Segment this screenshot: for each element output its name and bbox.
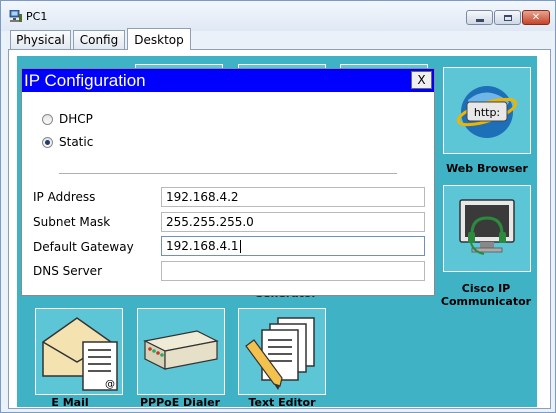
maximize-button[interactable] xyxy=(494,10,521,25)
subnet-mask-label: Subnet Mask xyxy=(33,215,111,229)
web-browser-icon: http: xyxy=(456,85,518,138)
close-window-button[interactable]: ✕ xyxy=(522,10,550,25)
tab-physical[interactable]: Physical xyxy=(10,30,71,49)
dialog-header[interactable]: IP Configuration X xyxy=(22,69,434,92)
default-gateway-value: 192.168.4.1 xyxy=(166,239,239,253)
web-browser-icon-text: http: xyxy=(474,106,500,119)
cisco-ip-communicator-tile[interactable] xyxy=(443,185,531,272)
email-label[interactable]: E Mail xyxy=(35,396,105,409)
maximize-icon xyxy=(503,14,512,21)
static-label: Static xyxy=(59,135,94,149)
web-browser-tile[interactable]: http: xyxy=(443,67,531,154)
dhcp-radio[interactable] xyxy=(42,113,53,125)
pppoe-dialer-label[interactable]: PPPoE Dialer xyxy=(137,396,223,409)
static-option[interactable]: Static xyxy=(42,135,93,149)
ip-address-field[interactable]: 192.168.4.2 xyxy=(161,187,425,207)
dhcp-label: DHCP xyxy=(59,112,93,126)
default-gateway-field[interactable]: 192.168.4.1 xyxy=(161,236,425,256)
text-editor-label[interactable]: Text Editor xyxy=(238,396,326,409)
email-tile[interactable]: @ xyxy=(35,308,123,395)
text-caret xyxy=(239,240,241,253)
tab-desktop[interactable]: Desktop xyxy=(127,28,191,50)
dns-server-field[interactable] xyxy=(161,261,425,281)
separator xyxy=(59,173,397,174)
window-title: PC1 xyxy=(26,10,48,23)
subnet-mask-field[interactable]: 255.255.255.0 xyxy=(161,212,425,232)
ip-address-label: IP Address xyxy=(33,190,96,204)
tab-config[interactable]: Config xyxy=(73,30,125,49)
cisco-ip-communicator-icon xyxy=(459,198,515,255)
minimize-icon xyxy=(475,18,484,22)
cisco-ip-communicator-label[interactable]: Cisco IP Communicator xyxy=(436,282,536,308)
pc-icon xyxy=(9,10,22,22)
web-browser-label[interactable]: Web Browser xyxy=(443,162,531,175)
svg-text:@: @ xyxy=(105,379,115,390)
title-bar[interactable]: PC1 ✕ xyxy=(1,1,555,31)
email-icon: @ xyxy=(42,316,118,391)
pppoe-dialer-icon xyxy=(143,329,219,370)
dhcp-option[interactable]: DHCP xyxy=(42,112,93,126)
default-gateway-label: Default Gateway xyxy=(33,240,134,254)
text-editor-tile[interactable] xyxy=(238,308,326,395)
pppoe-dialer-tile[interactable] xyxy=(137,308,225,395)
text-editor-icon xyxy=(245,316,315,390)
ip-configuration-dialog: IP Configuration X DHCP Static IP Addres… xyxy=(21,68,435,296)
close-icon: ✕ xyxy=(531,11,541,23)
static-radio[interactable] xyxy=(42,136,53,148)
dns-server-label: DNS Server xyxy=(33,264,102,278)
minimize-button[interactable] xyxy=(466,10,493,25)
dialog-title: IP Configuration xyxy=(24,71,146,90)
dialog-close-button[interactable]: X xyxy=(411,71,432,89)
